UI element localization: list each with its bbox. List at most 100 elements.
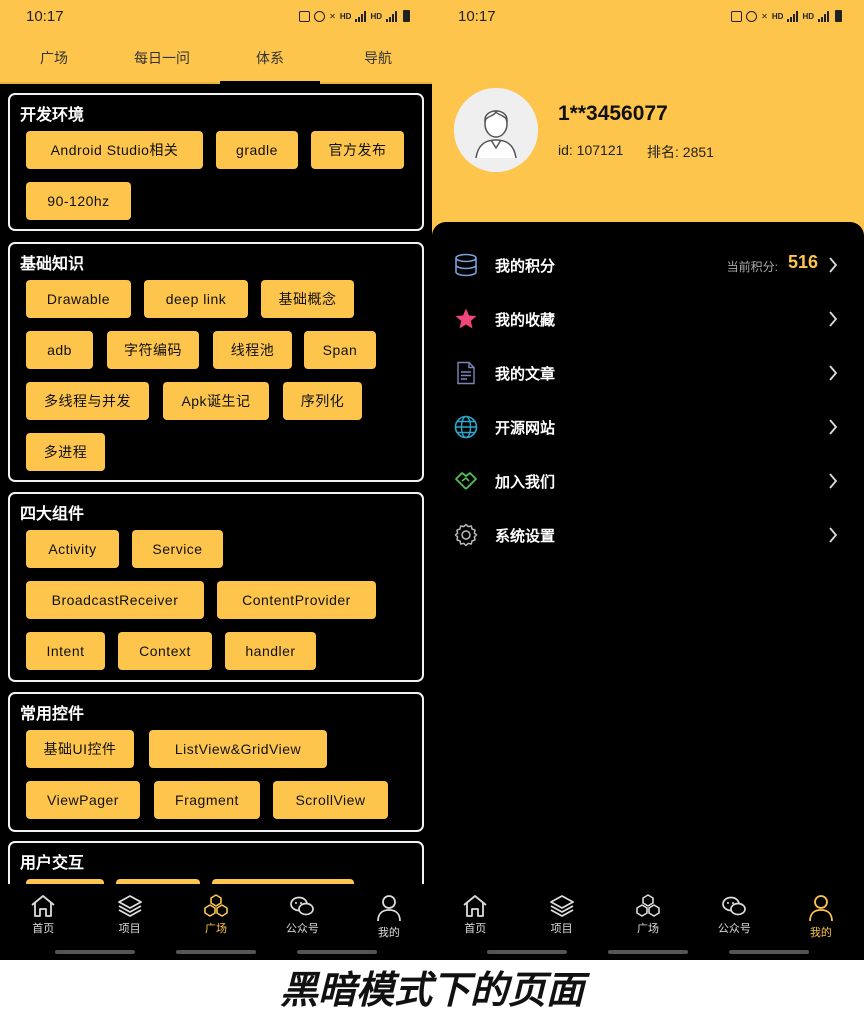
profile-header: 1**3456077 id: 107121 排名: 2851	[432, 32, 864, 252]
nav-official-account[interactable]: 公众号	[259, 884, 345, 960]
cubes-icon	[636, 894, 660, 917]
menu-open-source[interactable]: 开源网站	[432, 400, 864, 454]
menu-my-points[interactable]: 我的积分 当前积分: 516	[432, 238, 864, 292]
nav-label: 广场	[637, 923, 660, 935]
chip[interactable]: Span	[304, 331, 376, 369]
signal-icon	[355, 10, 367, 22]
handshake-icon	[455, 472, 477, 490]
nav-square[interactable]: 广场	[605, 884, 691, 960]
menu-label: 系统设置	[495, 528, 556, 545]
chip[interactable]: 字符编码	[107, 331, 199, 369]
menu-my-articles[interactable]: 我的文章	[432, 346, 864, 400]
lock-icon	[731, 10, 743, 22]
gear-icon	[454, 523, 478, 547]
chip[interactable]: adb	[26, 331, 93, 369]
section-card[interactable]: 用户交互	[8, 841, 424, 884]
chip[interactable]: 基础概念	[261, 280, 354, 318]
menu-label: 我的积分	[495, 258, 556, 275]
person-icon	[376, 895, 401, 922]
tab-system[interactable]: 体系	[216, 32, 324, 84]
home-icon	[463, 895, 487, 917]
chip[interactable]: Apk诞生记	[163, 382, 269, 420]
cubes-icon	[204, 894, 228, 917]
system-list[interactable]: 开发环境 Android Studio相关 gradle 官方发布 90-120…	[0, 86, 432, 884]
section-card[interactable]: 基础知识 Drawable deep link 基础概念 adb 字符编码 线程…	[8, 242, 424, 482]
alarm-icon	[314, 10, 326, 22]
nav-mine[interactable]: 我的	[778, 884, 864, 960]
gesture-bar	[608, 950, 688, 954]
chip[interactable]: 序列化	[283, 382, 362, 420]
status-icons: ✕ HD HD	[731, 10, 842, 22]
signal-icon-2	[386, 10, 397, 22]
section-card[interactable]: 常用控件 基础UI控件 ListView&GridView ViewPager …	[8, 692, 424, 832]
nav-square[interactable]: 广场	[173, 884, 259, 960]
gesture-bar	[55, 950, 135, 954]
chip[interactable]: ListView&GridView	[149, 730, 327, 768]
layers-icon	[117, 895, 142, 917]
person-icon	[808, 895, 833, 922]
home-icon	[31, 895, 55, 917]
battery-icon	[403, 10, 410, 22]
nav-project[interactable]: 项目	[518, 884, 604, 960]
chip[interactable]: Activity	[26, 530, 119, 568]
nav-label: 项目	[550, 923, 573, 935]
hd-icon-2: HD	[802, 11, 814, 21]
tab-navigation[interactable]: 导航	[324, 32, 432, 82]
star-icon	[455, 308, 477, 329]
chip[interactable]: ViewPager	[26, 781, 140, 819]
hd-icon: HD	[339, 11, 352, 21]
section-card[interactable]: 四大组件 Activity Service BroadcastReceiver …	[8, 492, 424, 682]
nav-label: 首页	[464, 923, 487, 935]
avatar[interactable]	[454, 88, 538, 172]
chevron-right-icon	[829, 365, 838, 381]
chevron-right-icon	[829, 527, 838, 543]
user-rank: 排名: 2851	[647, 144, 714, 160]
gesture-bar	[297, 950, 377, 954]
nav-official-account[interactable]: 公众号	[691, 884, 777, 960]
layers-icon	[549, 895, 574, 917]
menu-join-us[interactable]: 加入我们	[432, 454, 864, 508]
section-title: 四大组件	[20, 506, 85, 523]
chip[interactable]: Android Studio相关	[26, 131, 203, 169]
chip[interactable]: gradle	[216, 131, 298, 169]
chip[interactable]: Context	[118, 632, 212, 670]
chip[interactable]: Fragment	[154, 781, 260, 819]
tab-square[interactable]: 广场	[0, 32, 108, 82]
chip[interactable]: Service	[132, 530, 223, 568]
status-icons: ✕ HD HD	[299, 10, 410, 22]
chip[interactable]: 官方发布	[311, 131, 404, 169]
section-title: 开发环境	[20, 107, 85, 124]
points-label: 当前积分:	[726, 260, 778, 274]
chip[interactable]: BroadcastReceiver	[26, 581, 204, 619]
chip[interactable]: Intent	[26, 632, 105, 670]
chip[interactable]: Drawable	[26, 280, 131, 318]
bottom-nav: 首页 项目 广场 公众号 我的	[432, 884, 864, 960]
chip[interactable]: deep link	[144, 280, 248, 318]
gesture-bar	[176, 950, 256, 954]
chevron-right-icon	[829, 257, 838, 273]
chip[interactable]: 线程池	[213, 331, 292, 369]
nav-label: 我的	[809, 927, 832, 939]
chip[interactable]: 多进程	[26, 433, 105, 471]
nav-label: 我的	[377, 927, 400, 939]
tab-daily-question[interactable]: 每日一问	[108, 32, 216, 82]
chip[interactable]: ContentProvider	[217, 581, 376, 619]
section-card[interactable]: 开发环境 Android Studio相关 gradle 官方发布 90-120…	[8, 93, 424, 231]
nav-label: 首页	[32, 923, 55, 935]
chip[interactable]: 基础UI控件	[26, 730, 134, 768]
menu-my-favorites[interactable]: 我的收藏	[432, 292, 864, 346]
nav-home[interactable]: 首页	[0, 884, 86, 960]
chip[interactable]: handler	[225, 632, 316, 670]
section-title: 常用控件	[20, 706, 85, 723]
nav-label: 公众号	[717, 923, 751, 935]
status-bar: 10:17 ✕ HD HD	[432, 0, 864, 32]
chip[interactable]: 多线程与并发	[26, 382, 149, 420]
nav-home[interactable]: 首页	[432, 884, 518, 960]
nav-project[interactable]: 项目	[86, 884, 172, 960]
chevron-right-icon	[829, 419, 838, 435]
chip[interactable]: ScrollView	[273, 781, 388, 819]
bottom-nav: 首页 项目 广场 公众号 我的	[0, 884, 432, 960]
nav-mine[interactable]: 我的	[346, 884, 432, 960]
chip[interactable]: 90-120hz	[26, 182, 131, 220]
menu-settings[interactable]: 系统设置	[432, 508, 864, 562]
